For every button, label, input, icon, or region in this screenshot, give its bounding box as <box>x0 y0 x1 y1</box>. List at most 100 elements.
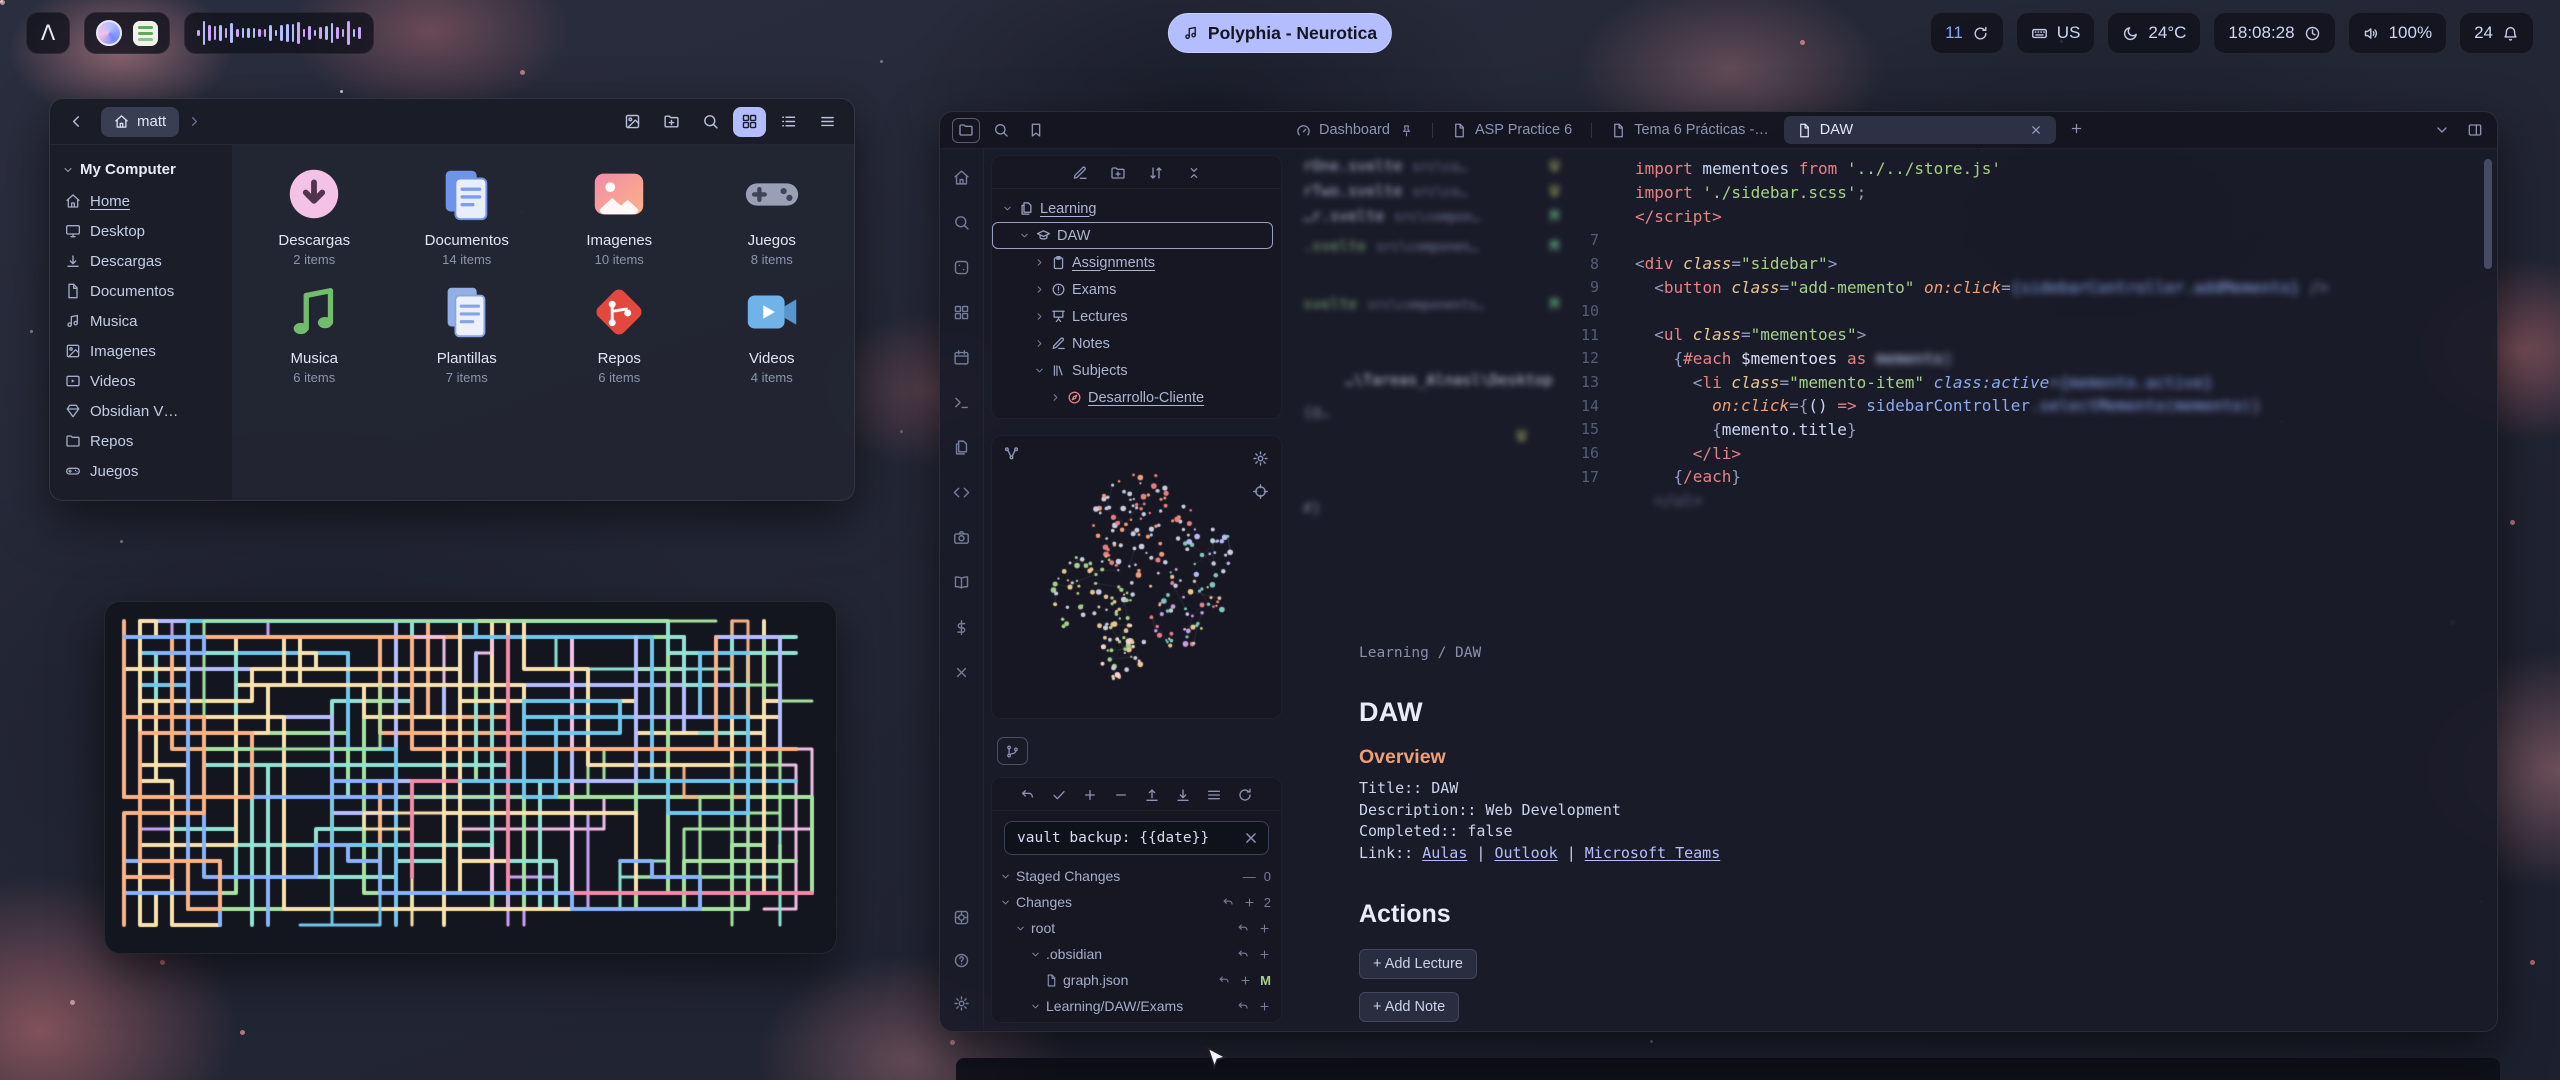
launcher-button[interactable]: Λ <box>26 12 70 54</box>
tab-asp-practice-6[interactable]: ASP Practice 6 <box>1439 116 1585 144</box>
sidebar-item-repos[interactable]: Repos <box>50 426 232 456</box>
git-undo-icon[interactable] <box>1020 787 1036 803</box>
new-folder-button[interactable] <box>655 107 688 137</box>
git-row-learning-daw-exams[interactable]: Learning/DAW/Exams <box>992 993 1281 1019</box>
split-layout-icon[interactable] <box>2467 122 2483 138</box>
explorer-folder-plus-icon[interactable] <box>1110 165 1126 181</box>
folder-item-videos[interactable]: Videos 4 items <box>696 275 849 385</box>
git-minus-icon[interactable] <box>1113 787 1129 803</box>
folder-item-plantillas[interactable]: Plantillas 7 items <box>391 275 544 385</box>
ribbon-help-icon[interactable] <box>947 945 977 976</box>
weather-module[interactable]: 24°C <box>2107 12 2201 54</box>
editor-pane[interactable]: rOne.sveltesrc\co… U rTwo.sveltesrc\co… … <box>1299 149 2497 1031</box>
tree-item-lectures[interactable]: Lectures <box>992 303 1281 330</box>
discard-icon[interactable] <box>1237 1000 1250 1013</box>
tree-item-exams[interactable]: Exams <box>992 276 1281 303</box>
clear-commit-icon[interactable] <box>1242 829 1260 847</box>
notifications-module[interactable]: 24 <box>2459 12 2534 54</box>
explorer-pencil-icon[interactable] <box>1072 165 1088 181</box>
discard-icon[interactable] <box>1222 896 1235 909</box>
action-button-add-note[interactable]: + Add Note <box>1359 992 1459 1022</box>
note-link-outlook[interactable]: Outlook <box>1494 844 1557 862</box>
stage-icon[interactable] <box>1258 948 1271 961</box>
ribbon-vault-icon[interactable] <box>947 902 977 933</box>
graph-focus-icon[interactable] <box>1252 483 1269 500</box>
folder-item-repos[interactable]: Repos 6 items <box>543 275 696 385</box>
folder-item-juegos[interactable]: Juegos 8 items <box>696 157 849 267</box>
tree-item-assignments[interactable]: Assignments <box>992 249 1281 276</box>
tab-daw[interactable]: DAW <box>1784 116 2056 144</box>
app-icon-1[interactable] <box>96 20 122 46</box>
ribbon-dice-icon[interactable] <box>947 252 977 283</box>
menu-button[interactable] <box>811 107 844 137</box>
sidebar-item-documentos[interactable]: Documentos <box>50 276 232 306</box>
new-tab-button[interactable] <box>2066 119 2088 141</box>
ribbon-code-icon[interactable] <box>947 477 977 508</box>
sidebar-item-juegos[interactable]: Juegos <box>50 456 232 486</box>
git-row-graph-json[interactable]: graph.json M <box>992 967 1281 993</box>
volume-module[interactable]: 100% <box>2348 12 2447 54</box>
ribbon-dollar-icon[interactable] <box>947 612 977 643</box>
editor-scrollbar[interactable] <box>2484 159 2492 269</box>
stage-icon[interactable] <box>1243 896 1256 909</box>
ribbon-book-open-icon[interactable] <box>947 567 977 598</box>
note-breadcrumb[interactable]: Learning / DAW <box>1359 645 1720 661</box>
git-branch-button[interactable] <box>997 737 1028 765</box>
ribbon-files-icon[interactable] <box>947 432 977 463</box>
sidebar-toggle-search[interactable] <box>987 118 1015 143</box>
clock-module[interactable]: 18:08:28 <box>2213 12 2335 54</box>
sidebar-item-imagenes[interactable]: Imagenes <box>50 336 232 366</box>
tab-tema-6-pr-cticas[interactable]: Tema 6 Prácticas -… <box>1598 116 1782 144</box>
ribbon-terminal-icon[interactable] <box>947 387 977 418</box>
git-row-obsidian[interactable]: .obsidian <box>992 941 1281 967</box>
git-row-changes[interactable]: Changes 2 <box>992 889 1281 915</box>
sidebar-item-obsidian-v[interactable]: Obsidian V… <box>50 396 232 426</box>
preview-button[interactable] <box>616 107 649 137</box>
stage-icon[interactable] <box>1239 974 1252 987</box>
grid-view-button[interactable] <box>733 107 766 137</box>
tab-dashboard[interactable]: Dashboard <box>1283 116 1426 144</box>
discard-icon[interactable] <box>1237 922 1250 935</box>
sidebar-toggle-folder[interactable] <box>952 118 980 143</box>
commit-message-input[interactable] <box>1004 821 1269 855</box>
updates-module[interactable]: 11 <box>1930 12 2004 54</box>
ribbon-close-icon[interactable] <box>947 657 977 688</box>
note-link-microsoft-teams[interactable]: Microsoft Teams <box>1585 844 1720 862</box>
explorer-sort-icon[interactable] <box>1148 165 1164 181</box>
tab-list-dropdown-icon[interactable] <box>2434 122 2450 138</box>
tree-item-daw[interactable]: DAW <box>992 222 1273 249</box>
git-plus-icon[interactable] <box>1082 787 1098 803</box>
sidebar-item-home[interactable]: Home <box>50 186 232 216</box>
git-refresh-icon[interactable] <box>1237 787 1253 803</box>
tree-item-notes[interactable]: Notes <box>992 330 1281 357</box>
git-check-icon[interactable] <box>1051 787 1067 803</box>
ribbon-camera-icon[interactable] <box>947 522 977 553</box>
sidebar-item-videos[interactable]: Videos <box>50 366 232 396</box>
tree-item-subjects[interactable]: Subjects <box>992 357 1281 384</box>
sidebar-item-descargas[interactable]: Descargas <box>50 246 232 276</box>
explorer-collapse-icon[interactable] <box>1186 165 1202 181</box>
folder-item-musica[interactable]: Musica 6 items <box>238 275 391 385</box>
git-menu-icon[interactable] <box>1206 787 1222 803</box>
now-playing-widget[interactable]: Polyphia - Neurotica <box>1168 13 1392 53</box>
sidebar-item-desktop[interactable]: Desktop <box>50 216 232 246</box>
ribbon-home-icon[interactable] <box>947 162 977 193</box>
graph-settings-icon[interactable] <box>1252 450 1269 467</box>
git-upload-icon[interactable] <box>1144 787 1160 803</box>
git-row-staged-changes[interactable]: Staged Changes — 0 <box>992 863 1281 889</box>
stage-icon[interactable] <box>1258 922 1271 935</box>
sidebar-toggle-bookmark[interactable] <box>1022 118 1050 143</box>
app-icon-2[interactable] <box>133 21 158 46</box>
sidebar-header[interactable]: My Computer <box>50 153 232 186</box>
stage-icon[interactable] <box>1258 1000 1271 1013</box>
search-button[interactable] <box>694 107 727 137</box>
ribbon-search-icon[interactable] <box>947 207 977 238</box>
folder-item-imagenes[interactable]: Imagenes 10 items <box>543 157 696 267</box>
tree-item-desarrollo-cliente[interactable]: Desarrollo-Cliente <box>992 384 1281 411</box>
back-button[interactable] <box>60 107 93 137</box>
discard-icon[interactable] <box>1218 974 1231 987</box>
ribbon-grid-icon[interactable] <box>947 297 977 328</box>
graph-canvas[interactable] <box>992 436 1282 718</box>
action-button-add-lecture[interactable]: + Add Lecture <box>1359 949 1477 979</box>
tree-item-learning[interactable]: Learning <box>992 195 1281 222</box>
